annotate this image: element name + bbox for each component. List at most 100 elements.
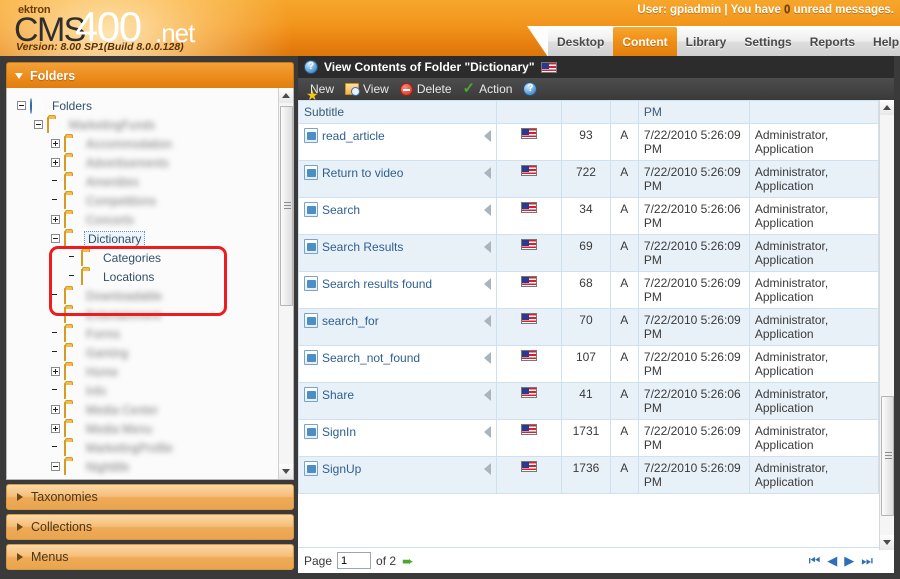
content-title-link[interactable]: Return to video [322, 166, 403, 180]
new-button[interactable]: ★ New [304, 82, 340, 102]
nav-item-help[interactable]: Help [864, 27, 900, 56]
expand-icon[interactable] [51, 158, 60, 167]
cell-title[interactable]: Search_not_found [298, 345, 497, 383]
table-row[interactable]: read_article 93 A 7/22/2010 5:26:09 PM Admin… [298, 123, 880, 161]
expand-icon[interactable] [51, 405, 60, 414]
tree-item[interactable]: Info [17, 381, 293, 400]
tree-item[interactable]: Gaming [17, 343, 293, 362]
row-expand-arrow-icon[interactable] [483, 166, 491, 179]
content-title-link[interactable]: read_article [322, 129, 385, 143]
table-row[interactable]: Search Results 69 A 7/22/2010 5:26:09 PM Adm… [298, 234, 880, 272]
collapse-icon[interactable] [51, 462, 60, 471]
scroll-up-button[interactable] [279, 88, 293, 103]
content-title-link[interactable]: search_for [322, 314, 379, 328]
row-expand-arrow-icon[interactable] [483, 351, 491, 364]
content-title-link[interactable]: Search Results [322, 240, 403, 254]
table-row[interactable]: Search 34 A 7/22/2010 5:26:06 PM Administrat… [298, 197, 880, 235]
cell-title[interactable]: Search results found [298, 271, 497, 309]
tree-item[interactable]: Nightlife [17, 457, 293, 476]
content-title-link[interactable]: Share [322, 388, 354, 402]
collapse-icon[interactable] [34, 120, 43, 129]
page-number-input[interactable] [337, 552, 372, 569]
tree-item[interactable]: Media Menu [17, 419, 293, 438]
expand-icon[interactable] [51, 424, 60, 433]
column-header-id[interactable] [561, 100, 611, 124]
content-title-link[interactable]: Search_not_found [322, 351, 420, 365]
cell-title[interactable]: Share [298, 382, 497, 420]
cell-title[interactable]: read_article [298, 123, 497, 161]
table-row[interactable]: search_for 70 A 7/22/2010 5:26:09 PM Adminis… [298, 308, 880, 346]
content-title-link[interactable]: SignIn [322, 425, 356, 439]
nav-item-desktop[interactable]: Desktop [548, 27, 613, 56]
content-title-link[interactable]: SignUp [322, 462, 361, 476]
column-header-author[interactable] [748, 100, 880, 124]
tree-item[interactable]: Competitions [17, 191, 293, 210]
tree-item[interactable]: Advertisements [17, 153, 293, 172]
folders-panel-header[interactable]: Folders [6, 62, 294, 88]
cell-title[interactable]: Return to video [298, 160, 497, 198]
table-row[interactable]: Search results found 68 A 7/22/2010 5:26:09… [298, 271, 880, 309]
row-expand-arrow-icon[interactable] [483, 129, 491, 142]
content-title-link[interactable]: Search [322, 203, 360, 217]
scroll-down-button[interactable] [279, 464, 293, 479]
column-header-status[interactable] [609, 100, 639, 124]
collapse-icon[interactable] [51, 234, 60, 243]
row-expand-arrow-icon[interactable] [483, 388, 491, 401]
collapse-icon[interactable] [17, 101, 26, 110]
green-right-arrow-icon[interactable]: ➨ [402, 554, 414, 568]
tree-item[interactable]: Forms [17, 324, 293, 343]
row-expand-arrow-icon[interactable] [483, 462, 491, 475]
grid-scroll-down-button[interactable] [880, 535, 894, 550]
table-row[interactable]: Search_not_found 107 A 7/22/2010 5:26:09 PM… [298, 345, 880, 383]
sidebar-section-taxonomies[interactable]: Taxonomies [6, 484, 294, 510]
row-expand-arrow-icon[interactable] [483, 277, 491, 290]
prev-page-icon[interactable]: ◀ [827, 554, 837, 567]
cell-title[interactable]: search_for [298, 308, 497, 346]
tree-item[interactable]: Concerts [17, 210, 293, 229]
column-header-subtitle[interactable]: Subtitle [298, 100, 497, 124]
last-page-icon[interactable]: ⏭ [861, 554, 873, 567]
tree-item[interactable]: Locations [17, 267, 293, 286]
cell-title[interactable]: SignIn [298, 419, 497, 457]
content-grid-scrollbar[interactable] [879, 100, 894, 550]
tree-item[interactable]: Downloadable [17, 286, 293, 305]
tree-item[interactable]: Media Center [17, 400, 293, 419]
cell-title[interactable]: Search [298, 197, 497, 235]
sidebar-section-menus[interactable]: Menus [6, 544, 294, 570]
table-row[interactable]: Return to video 722 A 7/22/2010 5:26:09 PM A… [298, 160, 880, 198]
toolbar-help-button[interactable]: ? [521, 82, 549, 96]
sidebar-section-collections[interactable]: Collections [6, 514, 294, 540]
expand-icon[interactable] [51, 215, 60, 224]
content-title-link[interactable]: Search results found [322, 277, 432, 291]
row-expand-arrow-icon[interactable] [483, 314, 491, 327]
table-row[interactable]: Share 41 A 7/22/2010 5:26:06 PM Administrato… [298, 382, 880, 420]
column-header-date[interactable]: PM [637, 100, 750, 124]
tree-item[interactable]: Entertainment [17, 305, 293, 324]
tree-item[interactable]: MarketingFunds [17, 115, 293, 134]
nav-item-library[interactable]: Library [677, 27, 736, 56]
cell-title[interactable]: SignUp [298, 456, 497, 494]
scroll-thumb[interactable] [280, 106, 293, 306]
row-expand-arrow-icon[interactable] [483, 203, 491, 216]
table-row[interactable]: SignIn 1731 A 7/22/2010 5:26:09 PM Administr… [298, 419, 880, 457]
help-icon[interactable]: ? [304, 60, 318, 74]
tree-item[interactable]: MarketingProfile [17, 438, 293, 457]
expand-icon[interactable] [51, 139, 60, 148]
tree-item[interactable]: Amenities [17, 172, 293, 191]
action-button[interactable]: ✓ Action [461, 81, 519, 96]
tree-item[interactable]: Home [17, 362, 293, 381]
first-page-icon[interactable]: ⏮ [809, 554, 821, 567]
cell-title[interactable]: Search Results [298, 234, 497, 272]
grid-scroll-up-button[interactable] [880, 100, 894, 115]
row-expand-arrow-icon[interactable] [483, 240, 491, 253]
tree-item[interactable]: Categories [17, 248, 293, 267]
folder-tree-scrollbar[interactable] [278, 88, 293, 479]
tree-item[interactable]: Dictionary [17, 229, 293, 248]
delete-button[interactable]: Delete [398, 82, 458, 96]
table-row[interactable]: SignUp 1736 A 7/22/2010 5:26:09 PM Administr… [298, 456, 880, 494]
row-expand-arrow-icon[interactable] [483, 425, 491, 438]
column-header-language[interactable] [495, 100, 563, 124]
view-button[interactable]: View [343, 82, 395, 96]
nav-item-settings[interactable]: Settings [735, 27, 800, 56]
expand-icon[interactable] [51, 367, 60, 376]
